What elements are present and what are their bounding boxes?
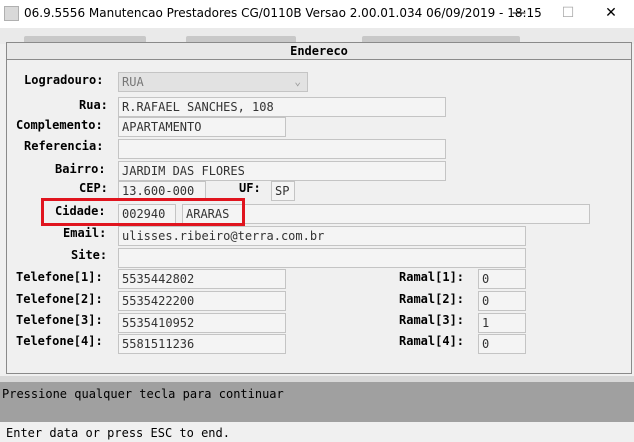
cidade-highlight-box <box>41 198 245 226</box>
ramal-1-field[interactable]: 0 <box>478 269 526 289</box>
logradouro-label: Logradouro: <box>24 73 104 87</box>
email-label: Email: <box>63 226 107 240</box>
ramal-4-field[interactable]: 0 <box>478 334 526 354</box>
email-field[interactable]: ulisses.ribeiro@terra.com.br <box>118 226 526 246</box>
ramal-1-label: Ramal[1]: <box>399 270 465 284</box>
telefone-1-field[interactable]: 5535442802 <box>118 269 286 289</box>
logradouro-value: RUA <box>122 75 144 89</box>
site-field[interactable] <box>118 248 526 268</box>
ramal-3-label: Ramal[3]: <box>399 313 465 327</box>
site-label: Site: <box>71 248 108 262</box>
chevron-down-icon: ⌄ <box>294 75 301 88</box>
telefone-4-field[interactable]: 5581511236 <box>118 334 286 354</box>
status-message: Pressione qualquer tecla para continuar <box>2 387 284 401</box>
bairro-field[interactable]: JARDIM DAS FLORES <box>118 161 446 181</box>
ramal-4-label: Ramal[4]: <box>399 334 465 348</box>
minimize-button[interactable]: — <box>496 0 542 28</box>
complemento-field[interactable]: APARTAMENTO <box>118 117 286 137</box>
rua-field[interactable]: R.RAFAEL SANCHES, 108 <box>118 97 446 117</box>
app-icon <box>4 6 19 21</box>
rua-label: Rua: <box>79 98 108 112</box>
hint-bar: Enter data or press ESC to end. <box>0 422 634 442</box>
telefone-1-label: Telefone[1]: <box>16 270 103 284</box>
ramal-2-label: Ramal[2]: <box>399 292 465 306</box>
dialog-title: Endereco <box>7 43 631 60</box>
telefone-3-label: Telefone[3]: <box>16 313 103 327</box>
telefone-3-field[interactable]: 5535410952 <box>118 313 286 333</box>
referencia-label: Referencia: <box>24 139 104 153</box>
status-hint: Enter data or press ESC to end. <box>6 426 230 440</box>
ramal-2-field[interactable]: 0 <box>478 291 526 311</box>
referencia-field[interactable] <box>118 139 446 159</box>
telefone-2-label: Telefone[2]: <box>16 292 103 306</box>
ramal-3-field[interactable]: 1 <box>478 313 526 333</box>
window-title: 06.9.5556 Manutencao Prestadores CG/0110… <box>24 6 542 20</box>
maximize-button[interactable]: ☐ <box>545 0 591 28</box>
complemento-label: Complemento: <box>16 118 103 132</box>
bairro-label: Bairro: <box>55 162 106 176</box>
cep-label: CEP: <box>79 181 108 195</box>
message-bar: Pressione qualquer tecla para continuar <box>0 382 634 422</box>
logradouro-select[interactable]: RUA ⌄ <box>118 72 308 92</box>
telefone-4-label: Telefone[4]: <box>16 334 103 348</box>
title-bar: 06.9.5556 Manutencao Prestadores CG/0110… <box>0 0 634 29</box>
uf-field[interactable]: SP <box>271 181 295 201</box>
telefone-2-field[interactable]: 5535422200 <box>118 291 286 311</box>
uf-label: UF: <box>239 181 261 195</box>
close-button[interactable]: ✕ <box>588 0 634 28</box>
